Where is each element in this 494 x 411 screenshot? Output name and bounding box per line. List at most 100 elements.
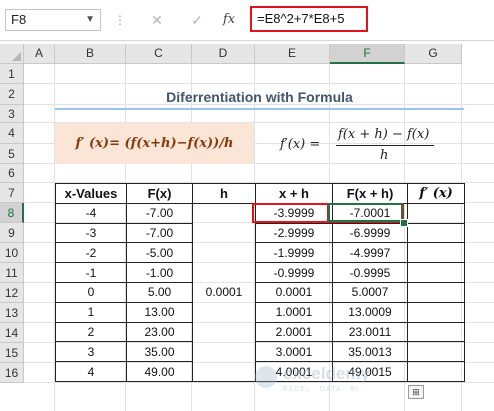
fx-plus-h-cell[interactable]: 35.0013: [332, 341, 408, 363]
column-header-b[interactable]: B: [55, 44, 126, 64]
equation-denominator: h: [380, 148, 389, 163]
fx-cell[interactable]: 49.00: [126, 361, 193, 382]
h-value-cell[interactable]: 0.0001: [192, 202, 256, 382]
x-plus-h-cell[interactable]: 1.0001: [255, 301, 333, 323]
fx-plus-h-cell[interactable]: -0.9995: [332, 262, 408, 283]
x-plus-h-cell[interactable]: -2.9999: [255, 222, 333, 244]
derivative-cell[interactable]: [407, 202, 465, 224]
formula-text-cell[interactable]: f′ (x)= (f(x+h)−f(x))/h: [55, 123, 254, 164]
fx-plus-h-cell[interactable]: 23.0011: [332, 321, 408, 343]
derivative-cell[interactable]: [407, 301, 465, 323]
column-header-g[interactable]: G: [405, 44, 462, 64]
derivative-cell[interactable]: [407, 262, 465, 283]
highlight-e8: [252, 203, 329, 223]
row-header-7[interactable]: 7: [0, 183, 24, 203]
equation-lhs: f′(x) =: [280, 137, 321, 152]
fx-cell[interactable]: -1.00: [126, 262, 193, 283]
fx-cell[interactable]: 23.00: [126, 321, 193, 343]
derivative-cell[interactable]: [407, 321, 465, 343]
watermark-tagline: EXCEL · DATA · BI: [283, 386, 359, 393]
row-header-15[interactable]: 15: [0, 343, 24, 363]
row-header-1[interactable]: 1: [0, 64, 24, 84]
table-row: -1 -1.00 -0.9999 -0.9995: [55, 262, 465, 283]
row-header-16[interactable]: 16: [0, 363, 24, 383]
column-header-d[interactable]: D: [192, 44, 255, 64]
x-value-cell[interactable]: 4: [55, 361, 127, 382]
row-header-3[interactable]: 3: [0, 105, 24, 123]
x-value-cell[interactable]: 2: [55, 321, 127, 343]
cancel-icon[interactable]: ✕: [146, 9, 168, 31]
name-box[interactable]: F8 ▼: [5, 9, 101, 31]
header-derivative[interactable]: f′ (x): [407, 183, 465, 204]
x-plus-h-cell[interactable]: 2.0001: [255, 321, 333, 343]
x-value-cell[interactable]: 1: [55, 301, 127, 323]
x-value-cell[interactable]: -3: [55, 222, 127, 244]
formula-input[interactable]: =E8^2+7*E8+5: [250, 6, 368, 32]
x-value-cell[interactable]: 3: [55, 341, 127, 363]
row-header-4[interactable]: 4: [0, 123, 24, 144]
x-plus-h-cell[interactable]: 0.0001: [255, 281, 333, 303]
fx-plus-h-cell[interactable]: 13.0009: [332, 301, 408, 323]
header-h[interactable]: h: [192, 183, 256, 204]
row-header-14[interactable]: 14: [0, 323, 24, 343]
derivative-cell[interactable]: [407, 361, 465, 382]
column-header-c[interactable]: C: [126, 44, 192, 64]
fraction-bar: [336, 145, 434, 146]
gridline-row: [24, 83, 494, 84]
column-header-e[interactable]: E: [255, 44, 330, 64]
table-row: 0 5.00 0.0001 5.0007: [55, 281, 465, 303]
row-header-6[interactable]: 6: [0, 164, 24, 183]
fx-plus-h-cell[interactable]: -6.9999: [332, 222, 408, 244]
header-x-plus-h[interactable]: x + h: [255, 183, 333, 204]
insert-function-icon[interactable]: fx: [218, 9, 240, 31]
table-row: 2 23.00 2.0001 23.0011: [55, 321, 465, 343]
derivative-cell[interactable]: [407, 341, 465, 363]
column-header-f[interactable]: F: [330, 44, 405, 64]
derivative-cell[interactable]: [407, 222, 465, 244]
header-fx[interactable]: F(x): [126, 183, 193, 204]
x-plus-h-cell[interactable]: -0.9999: [255, 262, 333, 283]
fx-plus-h-cell[interactable]: -4.9997: [332, 242, 408, 264]
derivative-equation: f′(x) = f(x + h) − f(x) h: [270, 125, 440, 165]
column-header-a[interactable]: A: [24, 44, 55, 64]
fx-plus-h-cell[interactable]: 5.0007: [332, 281, 408, 303]
header-fx-plus-h[interactable]: F(x + h): [332, 183, 408, 204]
fill-handle[interactable]: [400, 219, 408, 227]
fx-cell[interactable]: 13.00: [126, 301, 193, 323]
x-value-cell[interactable]: -1: [55, 262, 127, 283]
row-header-8[interactable]: 8: [0, 203, 24, 223]
sheet-title: Diferrentiation with Formula: [166, 89, 353, 105]
row-header-13[interactable]: 13: [0, 303, 24, 323]
x-plus-h-cell[interactable]: -1.9999: [255, 242, 333, 264]
x-plus-h-cell[interactable]: 3.0001: [255, 341, 333, 363]
chevron-down-icon[interactable]: ▼: [85, 10, 95, 30]
fx-cell[interactable]: 5.00: [126, 281, 193, 303]
equation-numerator: f(x + h) − f(x): [338, 127, 430, 142]
active-cell-f8[interactable]: [328, 203, 403, 222]
enter-icon[interactable]: ✓: [186, 9, 208, 31]
name-box-value: F8: [11, 12, 27, 27]
watermark-icon: [255, 366, 277, 388]
table-header-row: x-Values F(x) h x + h F(x + h) f′ (x): [55, 183, 465, 204]
derivative-cell[interactable]: [407, 281, 465, 303]
row-header-11[interactable]: 11: [0, 263, 24, 283]
watermark-name: exceldemy: [283, 364, 370, 383]
row-header-10[interactable]: 10: [0, 243, 24, 263]
derivative-cell[interactable]: [407, 242, 465, 264]
fx-cell[interactable]: 35.00: [126, 341, 193, 363]
row-header-5[interactable]: 5: [0, 144, 24, 164]
header-x-values[interactable]: x-Values: [55, 183, 127, 204]
quick-analysis-icon[interactable]: ⊞: [408, 385, 424, 399]
drag-handle-icon[interactable]: ⋮: [114, 9, 126, 31]
row-header-2[interactable]: 2: [0, 84, 24, 105]
fx-cell[interactable]: -7.00: [126, 202, 193, 224]
table-row: -2 -5.00 -1.9999 -4.9997: [55, 242, 465, 264]
fx-cell[interactable]: -5.00: [126, 242, 193, 264]
x-value-cell[interactable]: 0: [55, 281, 127, 303]
x-value-cell[interactable]: -2: [55, 242, 127, 264]
row-header-12[interactable]: 12: [0, 283, 24, 303]
fx-cell[interactable]: -7.00: [126, 222, 193, 244]
x-value-cell[interactable]: -4: [55, 202, 127, 224]
row-header-9[interactable]: 9: [0, 223, 24, 243]
select-all-button[interactable]: [0, 44, 24, 64]
